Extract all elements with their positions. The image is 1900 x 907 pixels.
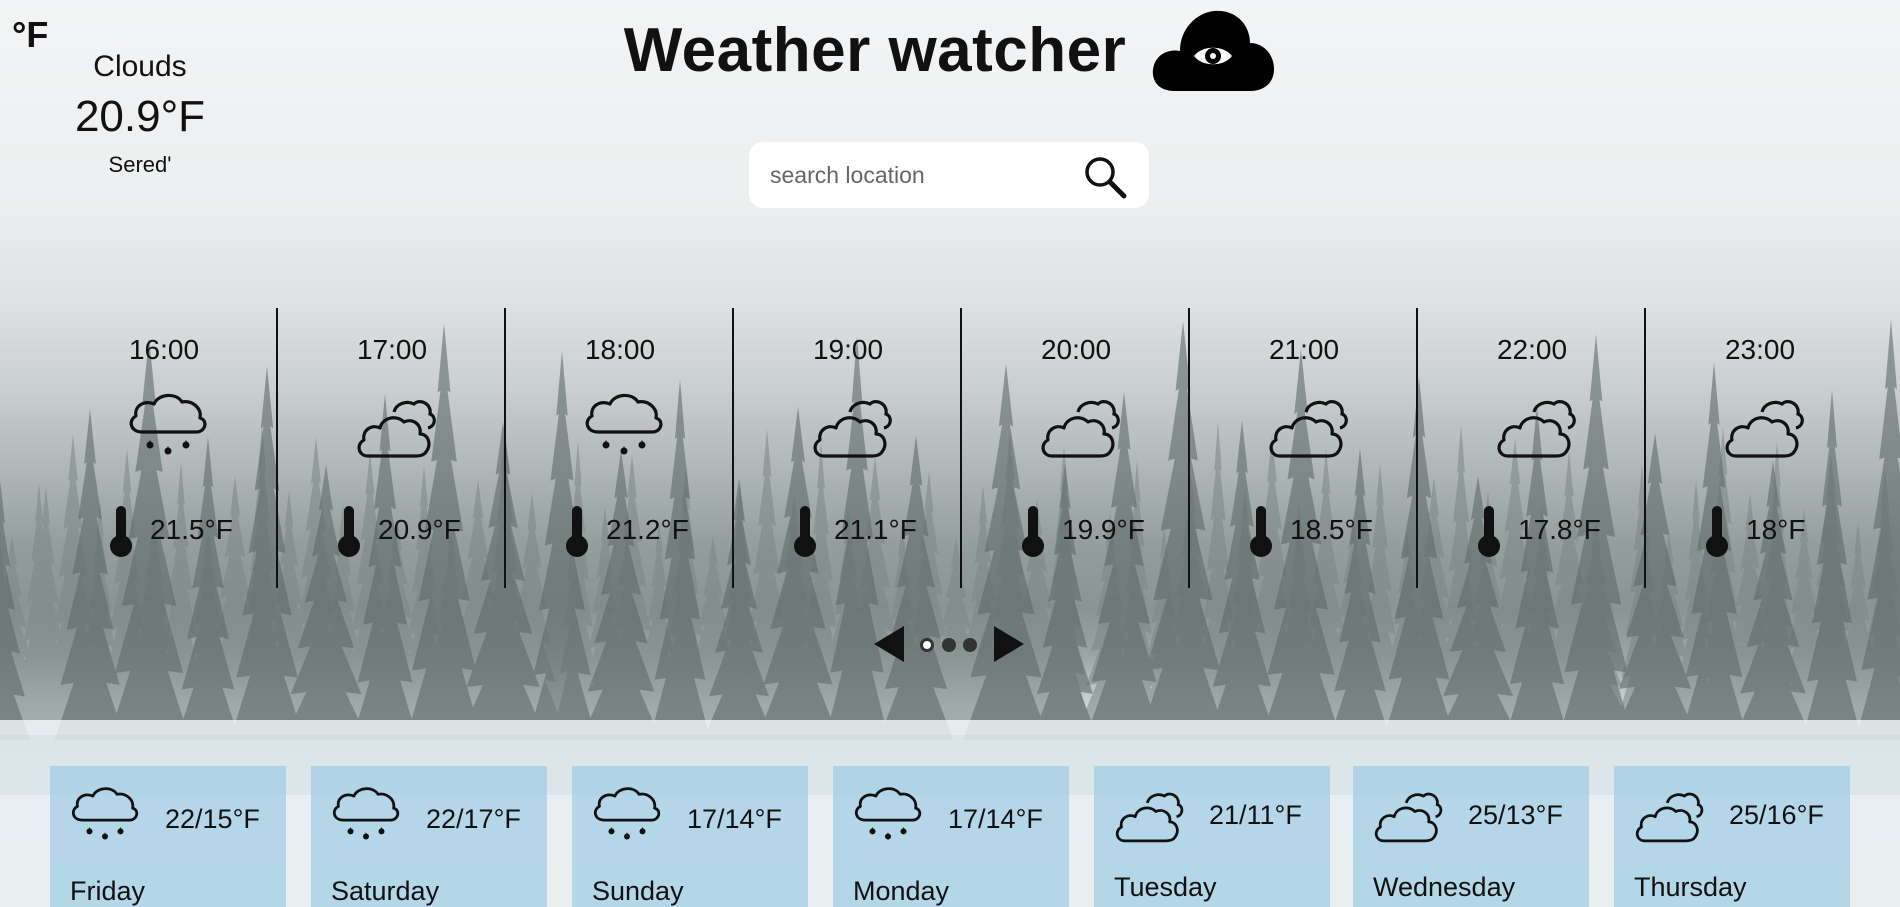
- cloud-icon: [1040, 390, 1120, 462]
- daily-temperature-range: 25/13°F: [1468, 800, 1563, 830]
- hour-temperature: 21.2°F: [606, 514, 689, 545]
- thermometer-icon: [334, 504, 364, 558]
- rain-cloud-icon: [70, 784, 140, 846]
- header: Weather watcher: [0, 0, 1900, 100]
- hour-time: 16:00: [128, 334, 200, 365]
- search-box: [749, 142, 1149, 208]
- pager-dot[interactable]: [942, 638, 956, 652]
- thermometer-icon: [1702, 504, 1732, 558]
- hour-temperature: 21.5°F: [150, 514, 233, 545]
- daily-day-name: Saturday: [331, 876, 440, 906]
- thermometer-icon: [1474, 504, 1504, 558]
- daily-card[interactable]: 25/16°F Thursday: [1614, 766, 1850, 907]
- daily-forecast: 22/15°F Friday 22/17°F Saturday 17/14°F …: [0, 766, 1900, 907]
- daily-temperature-range: 22/17°F: [426, 804, 521, 834]
- daily-card[interactable]: 21/11°F Tuesday: [1094, 766, 1330, 907]
- cloud-eye-icon: [1153, 10, 1275, 91]
- hourly-item: 19:00 21.1°F: [734, 308, 962, 588]
- pager-dot[interactable]: [963, 638, 977, 652]
- rain-cloud-icon: [128, 390, 208, 462]
- rain-cloud-icon: [592, 784, 662, 846]
- rain-cloud-icon: [331, 784, 401, 846]
- daily-card[interactable]: 17/14°F Monday: [833, 766, 1069, 907]
- daily-temperature-range: 17/14°F: [948, 804, 1043, 834]
- hourly-divider: [960, 308, 962, 588]
- cloud-icon: [1268, 390, 1348, 462]
- daily-day-name: Thursday: [1634, 872, 1747, 902]
- page-title: Weather watcher: [623, 15, 1127, 85]
- thermometer-icon: [1018, 504, 1048, 558]
- daily-card[interactable]: 17/14°F Sunday: [572, 766, 808, 907]
- daily-day-name: Wednesday: [1373, 872, 1516, 902]
- hourly-item: 21:00 18.5°F: [1190, 308, 1418, 588]
- cloud-icon: [1634, 784, 1704, 846]
- daily-day-name: Tuesday: [1114, 872, 1217, 902]
- hourly-item: 23:00 18°F: [1646, 308, 1874, 588]
- thermometer-icon: [106, 504, 136, 558]
- hourly-item: 16:00 21.5°F: [50, 308, 278, 588]
- thermometer-icon: [1246, 504, 1276, 558]
- hourly-divider: [1188, 308, 1190, 588]
- hour-temperature: 21.1°F: [834, 514, 917, 545]
- cloud-icon: [356, 390, 436, 462]
- hour-time: 22:00: [1496, 334, 1568, 365]
- hour-time: 18:00: [584, 334, 656, 365]
- thermometer-icon: [790, 504, 820, 558]
- daily-day-name: Sunday: [592, 876, 684, 906]
- hourly-divider: [732, 308, 734, 588]
- pager-dot[interactable]: [920, 638, 934, 652]
- daily-card[interactable]: 22/17°F Saturday: [311, 766, 547, 907]
- hour-temperature: 18°F: [1746, 514, 1806, 545]
- hour-time: 23:00: [1724, 334, 1796, 365]
- hourly-item: 18:00 21.2°F: [506, 308, 734, 588]
- hour-time: 21:00: [1268, 334, 1340, 365]
- cloud-icon: [1114, 784, 1184, 846]
- daily-day-name: Friday: [70, 876, 146, 906]
- daily-temperature-range: 22/15°F: [165, 804, 260, 834]
- triangle-right-icon[interactable]: [992, 624, 1026, 664]
- hour-temperature: 18.5°F: [1290, 514, 1373, 545]
- hour-temperature: 19.9°F: [1062, 514, 1145, 545]
- search-input[interactable]: [768, 160, 1072, 190]
- rain-cloud-icon: [853, 784, 923, 846]
- triangle-left-icon[interactable]: [872, 624, 906, 664]
- hour-temperature: 20.9°F: [378, 514, 461, 545]
- daily-card[interactable]: 25/13°F Wednesday: [1353, 766, 1589, 907]
- hourly-divider: [276, 308, 278, 588]
- daily-temperature-range: 25/16°F: [1729, 800, 1824, 830]
- cloud-icon: [1373, 784, 1443, 846]
- cloud-icon: [812, 390, 892, 462]
- hourly-divider: [1644, 308, 1646, 588]
- hour-time: 20:00: [1040, 334, 1112, 365]
- hourly-divider: [504, 308, 506, 588]
- hourly-forecast: 16:00 21.5°F 17:00 20.9°F 18:00 21.2°F 1…: [50, 308, 1850, 588]
- rain-cloud-icon: [584, 390, 664, 462]
- hour-time: 19:00: [812, 334, 884, 365]
- hour-time: 17:00: [356, 334, 428, 365]
- hourly-item: 17:00 20.9°F: [278, 308, 506, 588]
- hourly-item: 22:00 17.8°F: [1418, 308, 1646, 588]
- daily-card[interactable]: 22/15°F Friday: [50, 766, 286, 907]
- magnifier-icon[interactable]: [1083, 155, 1127, 199]
- cloud-icon: [1496, 390, 1576, 462]
- hour-temperature: 17.8°F: [1518, 514, 1601, 545]
- hourly-pager: [872, 624, 1028, 666]
- thermometer-icon: [562, 504, 592, 558]
- daily-day-name: Monday: [853, 876, 950, 906]
- hourly-divider: [1416, 308, 1418, 588]
- hourly-item: 20:00 19.9°F: [962, 308, 1190, 588]
- daily-temperature-range: 17/14°F: [687, 804, 782, 834]
- current-city: Sered': [108, 152, 172, 177]
- daily-temperature-range: 21/11°F: [1209, 800, 1302, 830]
- cloud-icon: [1724, 390, 1804, 462]
